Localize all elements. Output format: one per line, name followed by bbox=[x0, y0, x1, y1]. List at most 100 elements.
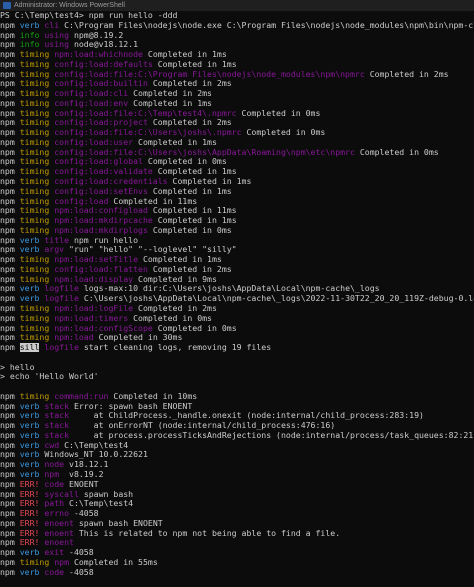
console-segment-cat: errno bbox=[39, 509, 74, 519]
console-segment-cat: node bbox=[39, 460, 70, 470]
console-segment-err: ERR! bbox=[19, 489, 40, 499]
console-segment-verb: verb bbox=[19, 430, 40, 440]
console-line: npm timing config:load:builtin Completed… bbox=[0, 79, 474, 89]
console-line: npm verb stack at onErrorNT (node:intern… bbox=[0, 421, 474, 431]
console-segment-timing: timing bbox=[19, 255, 50, 265]
console-segment-timing: timing bbox=[19, 264, 50, 274]
console-segment-npm: npm bbox=[0, 157, 20, 167]
console-segment-cat: enoent bbox=[39, 538, 74, 548]
console-segment-timing: timing bbox=[19, 69, 50, 79]
console-segment-text: ENOENT bbox=[69, 479, 99, 489]
console-segment-cat: logfile bbox=[39, 284, 84, 294]
console-segment-npm: npm bbox=[0, 294, 20, 304]
console-segment-text: C:\Temp\test4 bbox=[64, 440, 129, 450]
console-segment-npm: npm bbox=[0, 469, 20, 479]
console-line: npm timing npm Completed in 55ms bbox=[0, 558, 474, 568]
console-segment-text: Completed in 2ms bbox=[152, 264, 232, 274]
console-segment-timing: timing bbox=[19, 313, 50, 323]
console-segment-npm: npm bbox=[0, 401, 20, 411]
console-segment-timing: timing bbox=[19, 177, 50, 187]
console-segment-cat: config:load:credentials bbox=[49, 177, 173, 187]
console-line: npm info using npm@8.19.2 bbox=[0, 31, 474, 41]
console-segment-cat: config:load:flatten bbox=[49, 264, 153, 274]
console-segment-text: Completed in 1ms bbox=[138, 137, 217, 147]
console-line: npm timing npm:load:mkdirpcache Complete… bbox=[0, 216, 474, 226]
console-line: npm timing npm:load:display Completed in… bbox=[0, 275, 474, 285]
console-segment-npm: npm bbox=[0, 538, 20, 548]
console-segment-text: Completed in 1ms bbox=[152, 186, 232, 196]
console-segment-npm: npm bbox=[0, 528, 20, 538]
console-segment-text: node@v18.12.1 bbox=[73, 40, 139, 50]
console-segment-text: Completed in 0ms bbox=[152, 225, 232, 235]
console-segment-npm: npm bbox=[0, 167, 20, 177]
console-segment-text: > echo 'Hello World' bbox=[0, 372, 99, 382]
console-segment-npm: npm bbox=[0, 264, 20, 274]
console-segment-npm: npm bbox=[0, 303, 20, 313]
console-segment-text: Completed in 2ms bbox=[152, 79, 232, 89]
console-line: npm timing config:load:validate Complete… bbox=[0, 167, 474, 177]
console-line: npm verb stack Error: spawn bash ENOENT bbox=[0, 402, 474, 412]
console-segment-npm: npm bbox=[0, 460, 20, 470]
console-segment-text: Completed in 2ms bbox=[133, 89, 212, 99]
console-segment-text: npm run hello bbox=[73, 235, 139, 245]
console-line: npm ERR! syscall spawn bash bbox=[0, 490, 474, 500]
console-segment-npm: npm bbox=[0, 137, 20, 147]
console-segment-text: Completed in 2ms bbox=[138, 303, 217, 313]
console-segment-npm: npm bbox=[0, 518, 20, 528]
console-segment-text: Completed in 11ms bbox=[152, 206, 237, 216]
console-segment-cat: config:load:project bbox=[49, 118, 153, 128]
console-segment-text: Completed in 1ms bbox=[157, 59, 237, 69]
console-segment-timing: timing bbox=[19, 137, 50, 147]
console-segment-verb: verb bbox=[19, 469, 40, 479]
console-segment-timing: timing bbox=[19, 557, 50, 567]
console-segment-npm: npm bbox=[0, 30, 20, 40]
console-segment-text: at ChildProcess._handle.onexit (node:int… bbox=[73, 411, 424, 421]
console-segment-npm: npm bbox=[0, 391, 20, 401]
console-segment-verb: verb bbox=[19, 460, 40, 470]
console-segment-npm: npm bbox=[0, 343, 20, 353]
console-segment-cat: config:load:user bbox=[49, 137, 139, 147]
console-segment-text: Completed in 1ms bbox=[157, 216, 237, 226]
console-segment-cat: npm:load:timers bbox=[49, 313, 134, 323]
console-segment-cat: syscall bbox=[39, 489, 84, 499]
console-segment-cat: cwd bbox=[39, 440, 65, 450]
console-segment-npm: npm bbox=[0, 557, 20, 567]
console-segment-cat: npm:load:setTitle bbox=[49, 255, 143, 265]
console-segment-timing: timing bbox=[19, 186, 50, 196]
console-line: npm timing config:load:file:C:\Program F… bbox=[0, 70, 474, 80]
console-segment-npm: npm bbox=[0, 40, 20, 50]
console-segment-npm: npm bbox=[0, 499, 20, 509]
console-segment-cat: config:load:global bbox=[49, 157, 148, 167]
console-segment-cat: config:load:defaults bbox=[49, 59, 158, 69]
console-segment-timing: timing bbox=[19, 157, 50, 167]
console-segment-npm: npm bbox=[0, 274, 20, 284]
console-segment-text: -4058 bbox=[73, 509, 99, 519]
console-segment-text: C:\Temp\test4 bbox=[69, 499, 134, 509]
console-output[interactable]: PS C:\Temp\test4> npm run hello -ddd npm … bbox=[0, 11, 474, 587]
console-segment-timing: timing bbox=[19, 98, 50, 108]
console-segment-text: Completed in 9ms bbox=[138, 274, 217, 284]
console-line: npm verb cwd C:\Temp\test4 bbox=[0, 441, 474, 451]
console-line: npm timing npm:load:configload Completed… bbox=[0, 206, 474, 216]
console-segment-text: Completed in 30ms bbox=[98, 333, 183, 343]
console-segment-timing: timing bbox=[19, 196, 50, 206]
console-segment-cat: logfile bbox=[39, 294, 84, 304]
console-segment-text: v8.19.2 bbox=[69, 469, 104, 479]
console-segment-npm: npm bbox=[0, 489, 20, 499]
console-segment-sill: sill bbox=[19, 343, 40, 353]
console-segment-info: info bbox=[19, 40, 40, 50]
console-segment-cat: config:load:file:C:\Temp\test4\.npmrc bbox=[49, 108, 242, 118]
console-line: npm ERR! path C:\Temp\test4 bbox=[0, 499, 474, 509]
console-segment-text: npm@8.19.2 bbox=[73, 30, 124, 40]
console-segment-verb: verb bbox=[19, 294, 40, 304]
console-segment-text: at onErrorNT (node:internal/child_proces… bbox=[73, 421, 336, 431]
console-line: npm timing config:load:credentials Compl… bbox=[0, 177, 474, 187]
console-line: npm timing npm:load Completed in 30ms bbox=[0, 333, 474, 343]
console-segment-cat: npm:load:whichnode bbox=[49, 50, 148, 60]
console-segment-timing: timing bbox=[19, 108, 50, 118]
console-segment-text: Completed in 10ms bbox=[113, 391, 198, 401]
console-line: npm timing config:load:file:C:\Users\jos… bbox=[0, 148, 474, 158]
console-segment-cat: config:load:setEnvs bbox=[49, 186, 153, 196]
console-line: npm verb argv "run" "hello" "--loglevel"… bbox=[0, 245, 474, 255]
